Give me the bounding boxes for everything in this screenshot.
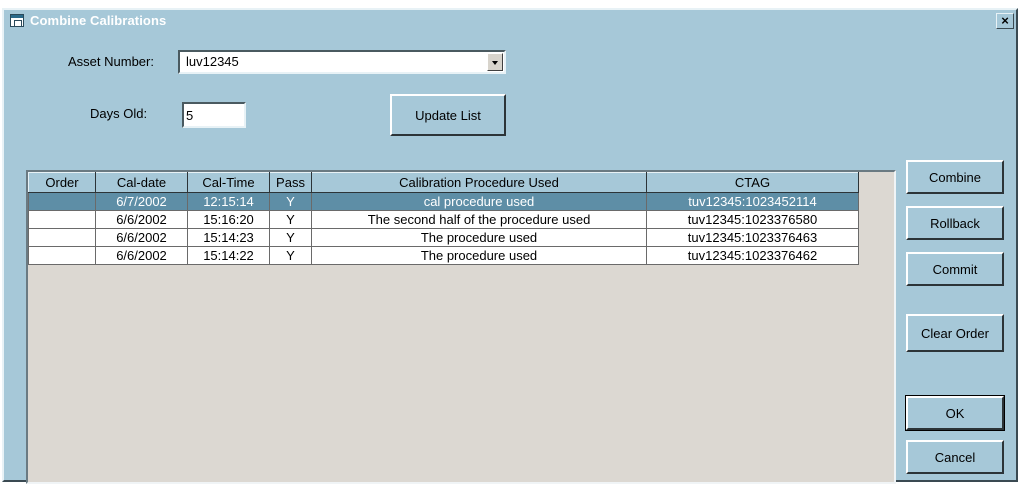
cell-cal-time[interactable]: 12:15:14 — [187, 192, 270, 211]
clear-order-label: Clear Order — [921, 325, 989, 341]
table-row[interactable]: 6/6/2002 15:16:20 Y The second half of t… — [28, 210, 859, 229]
asset-number-label: Asset Number: — [68, 54, 154, 69]
table-row[interactable]: 6/6/2002 15:14:22 Y The procedure used t… — [28, 246, 859, 265]
days-old-input[interactable] — [182, 102, 246, 128]
rollback-label: Rollback — [930, 215, 980, 231]
cell-order[interactable] — [28, 192, 96, 211]
column-header-cal-time[interactable]: Cal-Time — [187, 172, 270, 193]
combine-button[interactable]: Combine — [906, 160, 1004, 194]
table-row[interactable]: 6/6/2002 15:14:23 Y The procedure used t… — [28, 228, 859, 247]
cell-pass[interactable]: Y — [269, 246, 312, 265]
asset-number-dropdown[interactable]: luv12345 — [178, 50, 506, 74]
close-button[interactable]: × — [996, 13, 1014, 29]
calibrations-table: Order Cal-date Cal-Time Pass Calibration… — [28, 172, 859, 265]
cell-ctag[interactable]: tuv12345:1023376462 — [646, 246, 859, 265]
cell-pass[interactable]: Y — [269, 210, 312, 229]
cell-cal-time[interactable]: 15:16:20 — [187, 210, 270, 229]
cell-procedure[interactable]: cal procedure used — [311, 192, 647, 211]
window-title: Combine Calibrations — [30, 13, 167, 28]
title-bar[interactable]: Combine Calibrations × — [4, 10, 1016, 32]
cell-order[interactable] — [28, 246, 96, 265]
cell-order[interactable] — [28, 228, 96, 247]
cell-cal-date[interactable]: 6/7/2002 — [95, 192, 188, 211]
background-strip — [0, 0, 1020, 8]
commit-button[interactable]: Commit — [906, 252, 1004, 286]
cell-cal-date[interactable]: 6/6/2002 — [95, 210, 188, 229]
column-header-procedure[interactable]: Calibration Procedure Used — [311, 172, 647, 193]
rollback-button[interactable]: Rollback — [906, 206, 1004, 240]
cell-ctag[interactable]: tuv12345:1023376580 — [646, 210, 859, 229]
cancel-button[interactable]: Cancel — [906, 440, 1004, 474]
combine-label: Combine — [928, 169, 982, 185]
ok-button[interactable]: OK — [905, 395, 1005, 431]
cancel-label: Cancel — [934, 449, 976, 465]
column-header-cal-date[interactable]: Cal-date — [95, 172, 188, 193]
calibrations-grid[interactable]: Order Cal-date Cal-Time Pass Calibration… — [26, 170, 896, 484]
cell-cal-date[interactable]: 6/6/2002 — [95, 246, 188, 265]
days-old-label: Days Old: — [90, 106, 148, 121]
window-icon — [10, 14, 24, 27]
cell-order[interactable] — [28, 210, 96, 229]
commit-label: Commit — [932, 261, 978, 277]
cell-cal-time[interactable]: 15:14:22 — [187, 246, 270, 265]
chevron-down-icon[interactable] — [487, 53, 503, 71]
cell-pass[interactable]: Y — [269, 228, 312, 247]
column-header-pass[interactable]: Pass — [269, 172, 312, 193]
combine-calibrations-dialog: Combine Calibrations × Asset Number: luv… — [2, 8, 1018, 484]
column-header-ctag[interactable]: CTAG — [646, 172, 859, 193]
cell-ctag[interactable]: tuv12345:1023452114 — [646, 192, 859, 211]
table-header-row: Order Cal-date Cal-Time Pass Calibration… — [28, 172, 859, 193]
ok-label: OK — [945, 405, 965, 421]
cell-cal-time[interactable]: 15:14:23 — [187, 228, 270, 247]
asset-number-value: luv12345 — [186, 54, 239, 69]
table-row[interactable]: 6/7/2002 12:15:14 Y cal procedure used t… — [28, 192, 859, 211]
cell-cal-date[interactable]: 6/6/2002 — [95, 228, 188, 247]
cell-procedure[interactable]: The procedure used — [311, 228, 647, 247]
update-list-button[interactable]: Update List — [390, 94, 506, 136]
cell-procedure[interactable]: The second half of the procedure used — [311, 210, 647, 229]
cell-ctag[interactable]: tuv12345:1023376463 — [646, 228, 859, 247]
cell-pass[interactable]: Y — [269, 192, 312, 211]
cell-procedure[interactable]: The procedure used — [311, 246, 647, 265]
update-list-label: Update List — [415, 107, 481, 123]
column-header-order[interactable]: Order — [28, 172, 96, 193]
clear-order-button[interactable]: Clear Order — [906, 314, 1004, 352]
